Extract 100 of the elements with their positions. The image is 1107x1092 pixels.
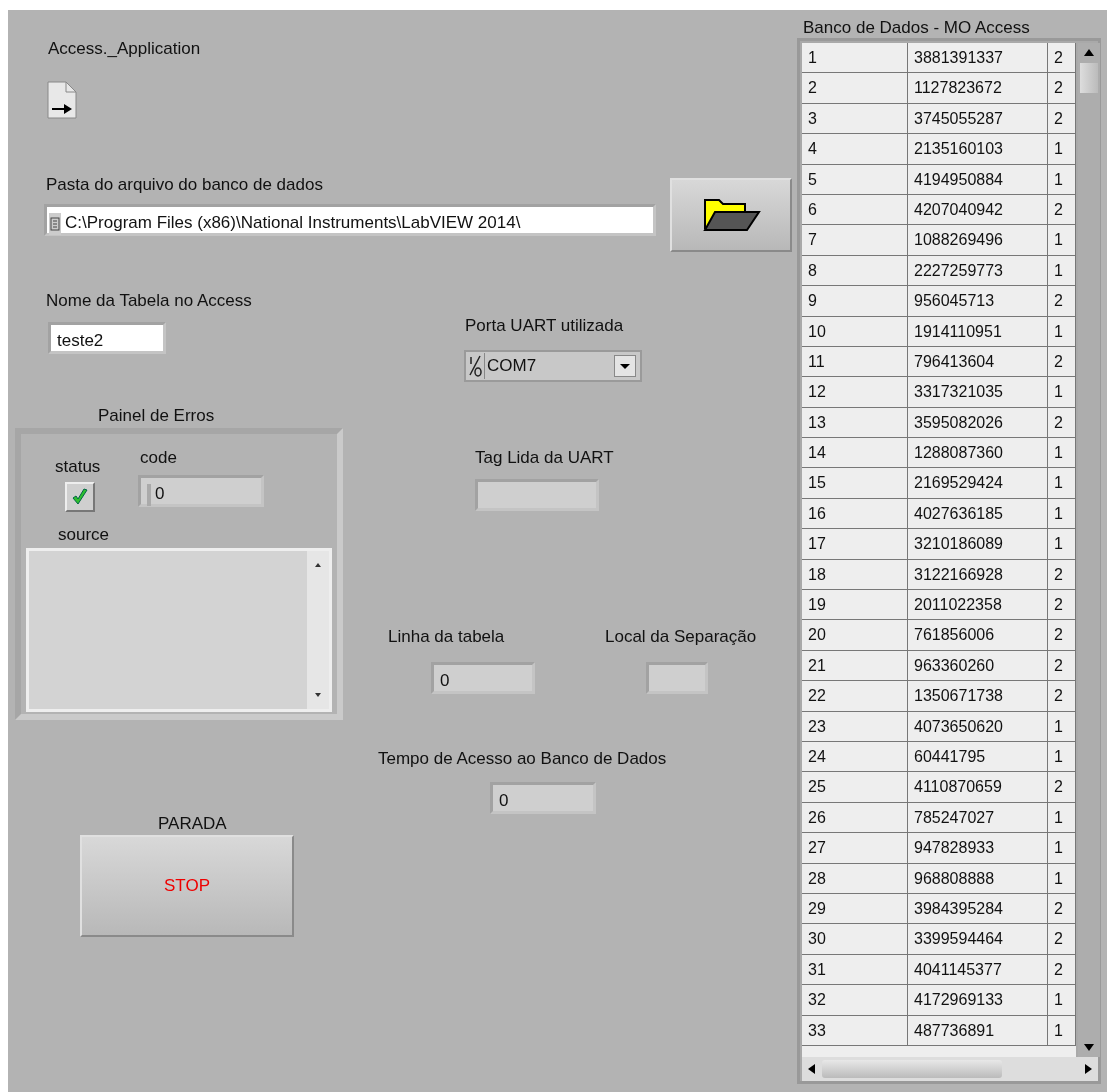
table-cell: 1 (1048, 863, 1076, 893)
scroll-thumb[interactable] (822, 1060, 1002, 1078)
table-cell: 1 (1048, 468, 1076, 498)
table-cell: 25 (802, 772, 908, 802)
table-cell: 9 (802, 286, 908, 316)
table-cell: 2 (1048, 194, 1076, 225)
table-cell: 4110870659 (908, 772, 1048, 802)
table-cell: 1 (1048, 985, 1076, 1015)
table-cell: 1288087360 (908, 438, 1048, 468)
table-title: Banco de Dados - MO Access (803, 17, 1030, 39)
table-cell: 968808888 (908, 863, 1048, 893)
control-label: source (58, 524, 110, 546)
code-field: 0 (138, 475, 264, 507)
horizontal-scrollbar[interactable] (802, 1057, 1098, 1081)
cluster-label: Painel de Erros (98, 405, 215, 427)
table-cell: 1 (1048, 742, 1076, 772)
table-cell: 3984395284 (908, 893, 1048, 924)
table-cell: 3210186089 (908, 529, 1048, 559)
control-label: Pasta do arquivo do banco de dados (46, 174, 323, 196)
port-dropdown[interactable]: COM7 (464, 350, 642, 382)
table-cell: 4041145377 (908, 954, 1048, 985)
table-cell: 10 (802, 316, 908, 346)
table-cell: 1914110951 (908, 316, 1048, 346)
path-type-icon (49, 212, 61, 235)
table-cell: 2 (1048, 346, 1076, 377)
caret-icon (614, 355, 636, 377)
table-cell: 2011022358 (908, 590, 1048, 620)
table-cell: 3595082026 (908, 407, 1048, 438)
table-cell: 18 (802, 559, 908, 590)
table-cell: 1 (1048, 134, 1076, 164)
control-label: Tag Lida da UART (475, 447, 614, 469)
table-cell: 4194950884 (908, 164, 1048, 194)
vertical-scrollbar[interactable] (1078, 43, 1100, 1057)
table-cell: 15 (802, 468, 908, 498)
table-cell: 4207040942 (908, 194, 1048, 225)
control-label: Porta UART utilizada (465, 315, 624, 337)
table-cell: 12 (802, 377, 908, 407)
table-cell: 1 (1048, 833, 1076, 863)
table-cell: 1 (1048, 225, 1076, 255)
table-cell: 761856006 (908, 620, 1048, 650)
table-cell: 31 (802, 954, 908, 985)
table-cell: 1 (1048, 316, 1076, 346)
table-cell: 2 (1048, 559, 1076, 590)
table-cell: 2 (1048, 590, 1076, 620)
table-cell: 2 (1048, 954, 1076, 985)
table-cell: 8 (802, 255, 908, 286)
table-cell: 7 (802, 225, 908, 255)
control-label: Local da Separação (605, 626, 757, 648)
control-label: Access._Application (48, 38, 201, 60)
row-field: 0 (431, 662, 535, 694)
control-label: Tempo de Acesso ao Banco de Dados (378, 748, 667, 770)
table-cell: 796413604 (908, 346, 1048, 377)
table-cell: 2 (1048, 407, 1076, 438)
browse-button[interactable] (670, 178, 792, 252)
table-cell: 28 (802, 863, 908, 893)
table-cell: 2227259773 (908, 255, 1048, 286)
table-cell: 24 (802, 742, 908, 772)
table-name-field[interactable]: teste2 (48, 322, 166, 354)
table-cell: 21 (802, 650, 908, 681)
scrollbar[interactable] (307, 551, 329, 709)
table-cell: 2 (1048, 681, 1076, 711)
table-cell: 4 (802, 134, 908, 164)
table-cell: 13 (802, 407, 908, 438)
scroll-thumb[interactable] (1080, 63, 1098, 93)
control-label: Linha da tabela (388, 626, 505, 648)
table-cell: 963360260 (908, 650, 1048, 681)
table-cell: 3399594464 (908, 924, 1048, 954)
table-cell: 5 (802, 164, 908, 194)
table-cell: 3317321035 (908, 377, 1048, 407)
table-cell: 27 (802, 833, 908, 863)
table-cell: 2 (1048, 620, 1076, 650)
table-cell: 2169529424 (908, 468, 1048, 498)
table-cell: 2 (1048, 103, 1076, 134)
table-cell: 33 (802, 1015, 908, 1045)
table-cell: 2 (1048, 43, 1076, 73)
time-field: 0 (490, 782, 596, 814)
table-cell: 1088269496 (908, 225, 1048, 255)
path-text: C:\Program Files (x86)\National Instruments\LabVIEW 2014\ (65, 213, 521, 232)
table-cell: 2 (1048, 73, 1076, 103)
table-cell: 1 (1048, 438, 1076, 468)
port-value: COM7 (486, 356, 538, 376)
table-cell: 3122166928 (908, 559, 1048, 590)
table-cell: 1 (1048, 529, 1076, 559)
table-cell: 19 (802, 590, 908, 620)
separation-field (646, 662, 708, 694)
table-cell: 29 (802, 893, 908, 924)
table-cell: 4073650620 (908, 711, 1048, 741)
table-cell: 785247027 (908, 802, 1048, 833)
table-cell: 2 (1048, 650, 1076, 681)
table-cell: 1 (1048, 164, 1076, 194)
control-label: Nome da Tabela no Access (46, 290, 252, 312)
control-label: code (140, 447, 177, 469)
path-field[interactable]: C:\Program Files (x86)\National Instruments\LabVIEW 2014\ (44, 204, 656, 236)
table-cell: 1 (1048, 255, 1076, 286)
table-cell: 4027636185 (908, 498, 1048, 529)
table-cell: 26 (802, 802, 908, 833)
table-cell: 17 (802, 529, 908, 559)
table-cell: 2 (1048, 924, 1076, 954)
table-cell: 1 (1048, 802, 1076, 833)
table-cell: 32 (802, 985, 908, 1015)
